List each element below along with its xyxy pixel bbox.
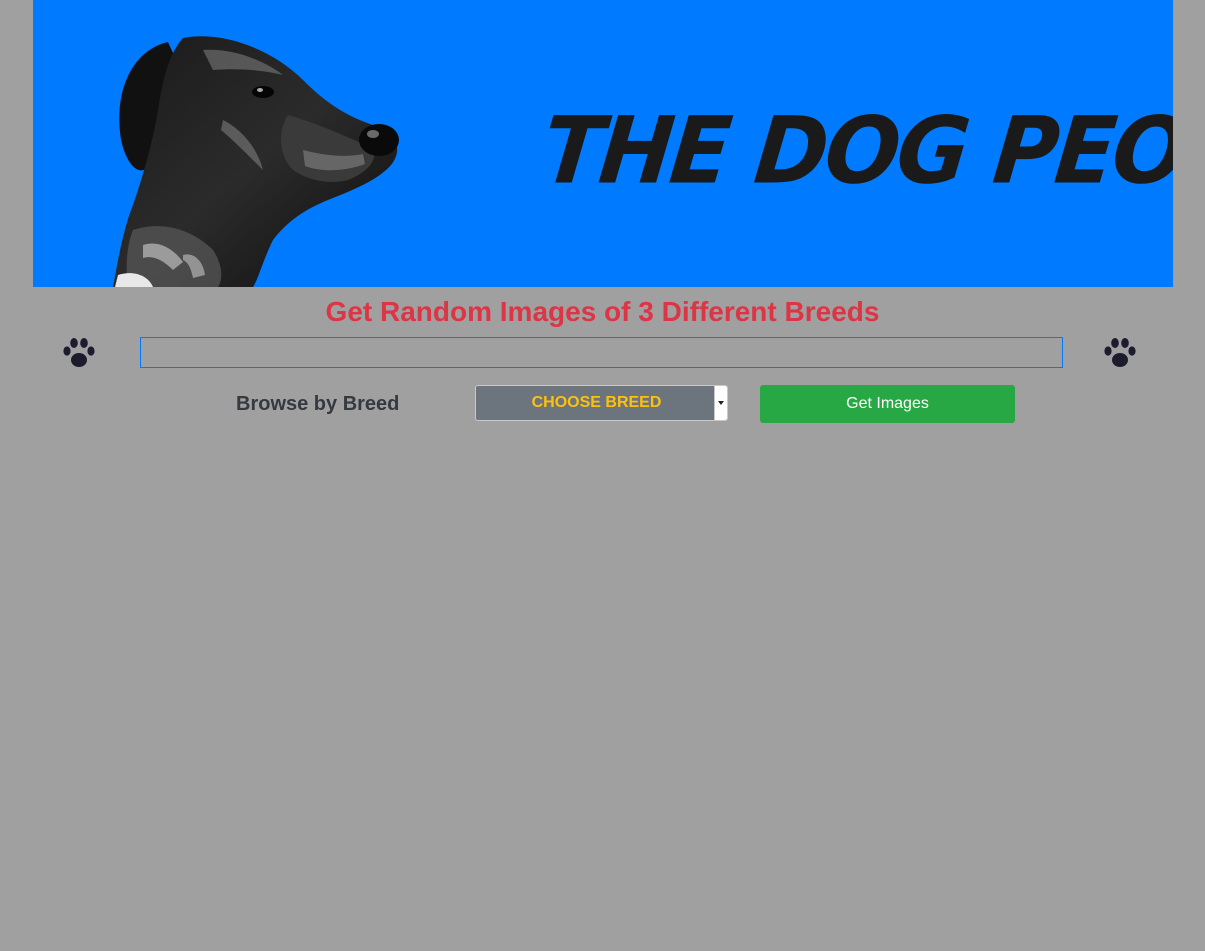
chevron-down-icon[interactable] [714, 386, 727, 420]
browse-by-breed-label: Browse by Breed [236, 393, 400, 415]
header-banner: THE DOG PEOPLE [33, 0, 1173, 287]
breed-select[interactable]: CHOOSE BREED [475, 385, 728, 421]
page-headline: Get Random Images of 3 Different Breeds [325, 296, 880, 327]
dog-portrait-image [113, 36, 399, 287]
site-logo: THE DOG PEOPLE [537, 96, 1173, 205]
paw-print-icon [1104, 338, 1136, 367]
get-images-button[interactable]: Get Images [760, 385, 1015, 423]
breed-select-value: CHOOSE BREED [531, 394, 662, 411]
breed-search-input[interactable] [140, 337, 1063, 368]
paw-print-icon [63, 338, 95, 367]
